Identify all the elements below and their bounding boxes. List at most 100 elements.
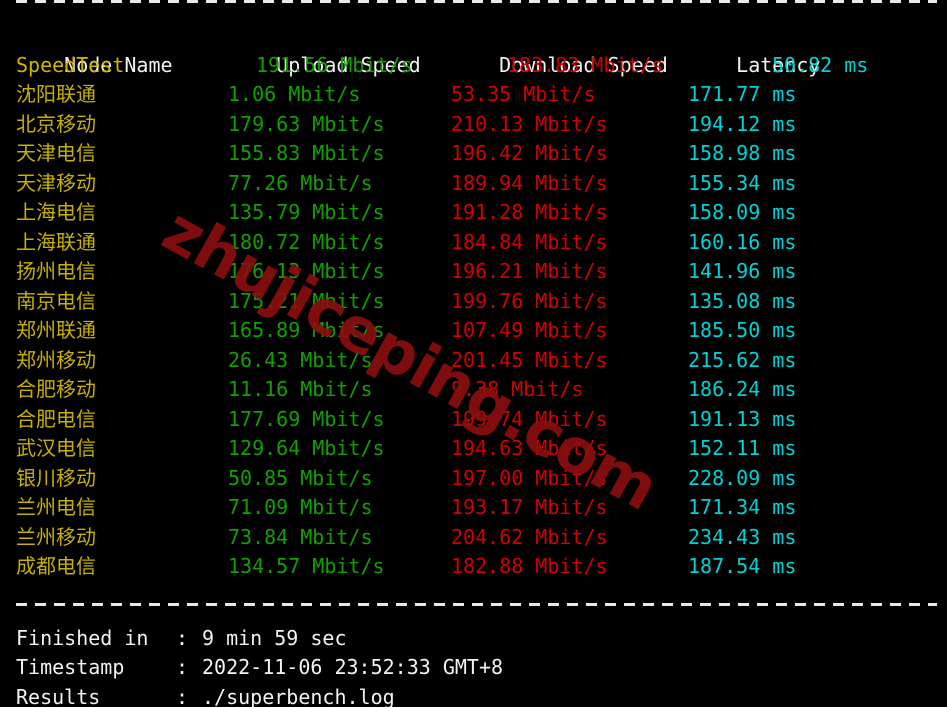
- table-row: 武汉电信 129.64 Mbit/s 194.63 Mbit/s 152.11 ms: [0, 434, 947, 464]
- cell-node-name: 成都电信: [16, 554, 96, 578]
- cell-latency: 171.77 ms: [688, 82, 797, 106]
- cell-latency: 50.82 ms: [772, 52, 869, 77]
- cell-download-speed: 194.63 Mbit/s: [451, 436, 608, 460]
- cell-download-speed: 9.38 Mbit/s: [451, 377, 584, 401]
- cell-node-name: 扬州电信: [16, 259, 96, 283]
- cell-latency: 135.08 ms: [688, 288, 797, 313]
- table-header-row: Node Name Upload Speed Download Speed Laten…: [0, 21, 947, 77]
- cell-latency: 234.43 ms: [688, 524, 797, 549]
- cell-upload-speed: 155.83 Mbit/s: [228, 141, 385, 165]
- summary-value: 9 min 59 sec: [202, 625, 347, 650]
- cell-download-speed: 191.28 Mbit/s: [451, 200, 608, 224]
- table-row: 合肥移动 11.16 Mbit/s 9.38 Mbit/s 186.24 ms: [0, 375, 947, 405]
- cell-node-name: 南京电信: [16, 288, 96, 313]
- cell-upload-speed: 73.84 Mbit/s: [228, 524, 373, 549]
- cell-node-name: 北京移动: [16, 111, 96, 136]
- cell-upload-speed: 191.56 Mbit/s: [256, 52, 413, 77]
- cell-download-speed: 183.83 Mbit/s: [507, 52, 664, 77]
- cell-latency: 155.34 ms: [688, 170, 797, 195]
- table-body: SpeedTest 191.56 Mbit/s 183.83 Mbit/s 50.82…: [0, 51, 947, 582]
- cell-download-speed: 182.88 Mbit/s: [451, 554, 608, 578]
- cell-latency: 187.54 ms: [688, 554, 797, 578]
- cell-upload-speed: 26.43 Mbit/s: [228, 347, 373, 372]
- table-row: 沈阳联通 1.06 Mbit/s 53.35 Mbit/s 171.77 ms: [0, 80, 947, 110]
- cell-latency: 158.09 ms: [688, 200, 797, 224]
- cell-download-speed: 201.45 Mbit/s: [451, 347, 608, 372]
- cell-download-speed: 199.76 Mbit/s: [451, 288, 608, 313]
- cell-upload-speed: 180.72 Mbit/s: [228, 229, 385, 254]
- cell-latency: 171.34 ms: [688, 495, 797, 519]
- table-row: 成都电信 134.57 Mbit/s 182.88 Mbit/s 187.54 ms: [0, 552, 947, 582]
- cell-node-name: 兰州电信: [16, 495, 96, 519]
- cell-latency: 152.11 ms: [688, 436, 797, 460]
- cell-upload-speed: 71.09 Mbit/s: [228, 495, 373, 519]
- cell-node-name: 合肥移动: [16, 377, 96, 401]
- cell-latency: 158.98 ms: [688, 141, 797, 165]
- cell-upload-speed: 134.57 Mbit/s: [228, 554, 385, 578]
- table-row: 天津电信 155.83 Mbit/s 196.42 Mbit/s 158.98 ms: [0, 139, 947, 169]
- cell-download-speed: 184.84 Mbit/s: [451, 229, 608, 254]
- table-row: 上海电信 135.79 Mbit/s 191.28 Mbit/s 158.09 ms: [0, 198, 947, 228]
- cell-latency: 228.09 ms: [688, 465, 797, 490]
- cell-download-speed: 53.35 Mbit/s: [451, 82, 596, 106]
- cell-upload-speed: 77.26 Mbit/s: [228, 170, 373, 195]
- separator-line: [16, 0, 937, 3]
- table-row: SpeedTest 191.56 Mbit/s 183.83 Mbit/s 50.82…: [0, 51, 947, 81]
- summary-block: Finished in:9 min 59 sec Timestamp:2022-1…: [0, 624, 947, 707]
- cell-latency: 141.96 ms: [688, 259, 797, 283]
- summary-colon: :: [176, 684, 189, 707]
- table-row: 银川移动 50.85 Mbit/s 197.00 Mbit/s 228.09 ms: [0, 464, 947, 494]
- cell-download-speed: 107.49 Mbit/s: [451, 318, 608, 342]
- cell-upload-speed: 129.64 Mbit/s: [228, 436, 385, 460]
- separator-top: [0, 0, 947, 16]
- table-row: 兰州电信 71.09 Mbit/s 193.17 Mbit/s 171.34 ms: [0, 493, 947, 523]
- summary-line: Results: ./superbench.log: [0, 683, 947, 707]
- separator-line: [16, 602, 937, 606]
- cell-latency: 186.24 ms: [688, 377, 797, 401]
- summary-label: Finished in: [16, 625, 149, 650]
- cell-upload-speed: 175.21 Mbit/s: [228, 288, 385, 313]
- cell-latency: 191.13 ms: [688, 406, 797, 431]
- cell-node-name: 银川移动: [16, 465, 96, 490]
- cell-upload-speed: 11.16 Mbit/s: [228, 377, 373, 401]
- table-row: 合肥电信 177.69 Mbit/s 199.74 Mbit/s 191.13 ms: [0, 405, 947, 435]
- summary-colon: :: [176, 655, 189, 679]
- cell-node-name: 合肥电信: [16, 406, 96, 431]
- summary-value: 2022-11-06 23:52:33 GMT+8: [202, 655, 504, 679]
- cell-download-speed: 193.17 Mbit/s: [451, 495, 608, 519]
- summary-label: Timestamp: [16, 655, 125, 679]
- cell-node-name: 兰州移动: [16, 524, 96, 549]
- cell-download-speed: 199.74 Mbit/s: [451, 406, 608, 431]
- table-row: 上海联通 180.72 Mbit/s 184.84 Mbit/s 160.16 ms: [0, 228, 947, 258]
- cell-upload-speed: 50.85 Mbit/s: [228, 465, 373, 490]
- cell-latency: 194.12 ms: [688, 111, 797, 136]
- cell-latency: 215.62 ms: [688, 347, 797, 372]
- cell-node-name: 郑州移动: [16, 347, 96, 372]
- summary-line: Finished in:9 min 59 sec: [0, 624, 947, 654]
- separator-middle: [0, 590, 947, 619]
- summary-colon: :: [176, 625, 189, 650]
- cell-upload-speed: 1.06 Mbit/s: [228, 82, 361, 106]
- cell-download-speed: 196.21 Mbit/s: [451, 259, 608, 283]
- cell-node-name: SpeedTest: [16, 52, 125, 77]
- cell-download-speed: 210.13 Mbit/s: [451, 111, 608, 136]
- cell-node-name: 天津移动: [16, 170, 96, 195]
- table-row: 兰州移动 73.84 Mbit/s 204.62 Mbit/s 234.43 ms: [0, 523, 947, 553]
- cell-upload-speed: 135.79 Mbit/s: [228, 200, 385, 224]
- cell-latency: 160.16 ms: [688, 229, 797, 254]
- summary-value: ./superbench.log: [202, 684, 395, 707]
- terminal-output: Node Name Upload Speed Download Speed Laten…: [0, 0, 947, 707]
- cell-upload-speed: 176.13 Mbit/s: [228, 259, 385, 283]
- cell-upload-speed: 179.63 Mbit/s: [228, 111, 385, 136]
- cell-node-name: 沈阳联通: [16, 82, 96, 106]
- cell-download-speed: 197.00 Mbit/s: [451, 465, 608, 490]
- cell-download-speed: 189.94 Mbit/s: [451, 170, 608, 195]
- cell-node-name: 武汉电信: [16, 436, 96, 460]
- cell-upload-speed: 165.89 Mbit/s: [228, 318, 385, 342]
- summary-line: Timestamp:2022-11-06 23:52:33 GMT+8: [0, 653, 947, 683]
- cell-latency: 185.50 ms: [688, 318, 797, 342]
- table-row: 天津移动 77.26 Mbit/s 189.94 Mbit/s 155.34 ms: [0, 169, 947, 199]
- cell-node-name: 郑州联通: [16, 318, 96, 342]
- cell-upload-speed: 177.69 Mbit/s: [228, 406, 385, 431]
